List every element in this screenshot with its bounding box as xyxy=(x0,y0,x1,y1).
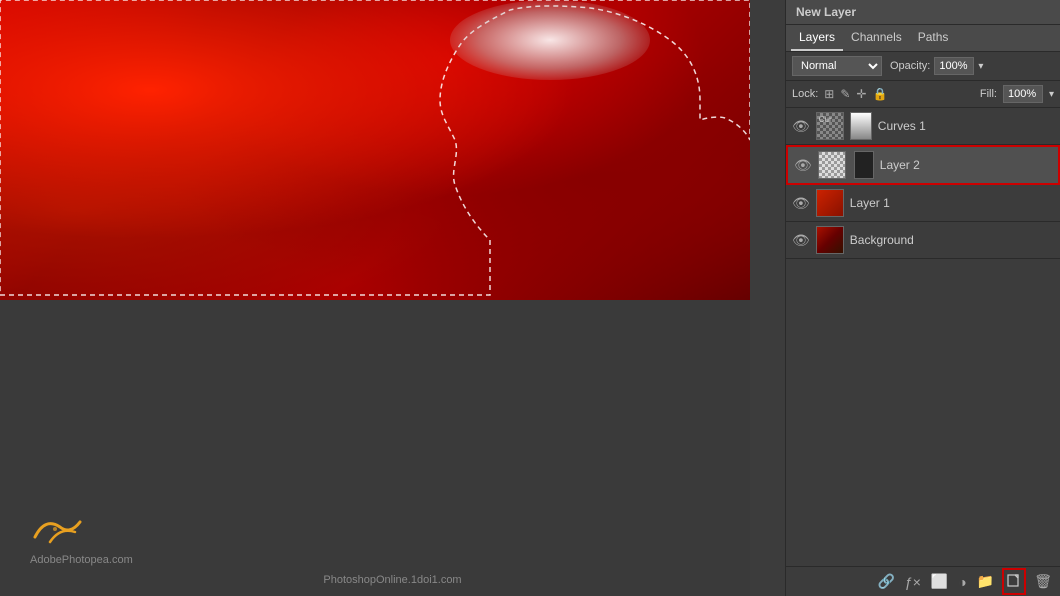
link-icon[interactable]: 🔗 xyxy=(875,571,896,592)
selection-svg xyxy=(0,0,750,300)
layer-item-layer1[interactable]: 👁 Layer 1 xyxy=(786,185,1060,222)
layer-name-background: Background xyxy=(850,233,1054,247)
layer-name-layer1: Layer 1 xyxy=(850,196,1054,210)
watermark-center-text: PhotoshopOnline.1doi1.com xyxy=(323,574,461,586)
opacity-label: Opacity: xyxy=(890,60,930,72)
lock-row: Lock: ⊞ ✎ ✛ 🔒 Fill: ▾ xyxy=(786,81,1060,108)
lock-move-icon[interactable]: ✛ xyxy=(856,87,866,101)
panel-title: New Layer xyxy=(786,0,1060,25)
tab-paths[interactable]: Paths xyxy=(910,25,957,51)
new-layer-svg xyxy=(1006,572,1022,588)
group-icon[interactable]: 📁 xyxy=(975,571,996,592)
layer-name-layer2: Layer 2 xyxy=(880,158,1052,172)
watermark-center: PhotoshopOnline.1doi1.com xyxy=(323,574,461,586)
layer-thumbnail-layer2 xyxy=(818,151,846,179)
tab-layers[interactable]: Layers xyxy=(791,25,843,51)
curves-mask-thumb xyxy=(850,112,872,140)
layer-eye-layer2[interactable]: 👁 xyxy=(794,157,812,174)
opacity-input[interactable] xyxy=(934,57,974,75)
lock-grid-icon[interactable]: ⊞ xyxy=(824,87,834,101)
opacity-arrow[interactable]: ▾ xyxy=(978,61,983,72)
layer-item-layer2[interactable]: 👁 Layer 2 xyxy=(786,145,1060,185)
blend-mode-select[interactable]: Normal xyxy=(792,56,882,76)
fill-arrow[interactable]: ▾ xyxy=(1049,89,1054,100)
tabs-row: Layers Channels Paths xyxy=(786,25,1060,52)
fill-label: Fill: xyxy=(980,88,997,100)
watermark-left: AdobePhotopea.com xyxy=(30,507,133,566)
blend-row: Normal Opacity: ▾ xyxy=(786,52,1060,81)
watermark-left-text: AdobePhotopea.com xyxy=(30,554,133,566)
canvas-area: AdobePhotopea.com PhotoshopOnline.1doi1.… xyxy=(0,0,785,596)
layer-item-curves1[interactable]: 👁 Cur Curves 1 xyxy=(786,108,1060,145)
lock-label: Lock: xyxy=(792,88,818,100)
lock-brush-icon[interactable]: ✎ xyxy=(840,87,850,101)
layer-item-background[interactable]: 👁 Background xyxy=(786,222,1060,259)
canvas-image xyxy=(0,0,750,300)
layer-thumbnail-layer1 xyxy=(816,189,844,217)
right-panel: New Layer Layers Channels Paths Normal O… xyxy=(785,0,1060,596)
curves-label: Cur xyxy=(817,113,843,126)
layer-mask-layer2 xyxy=(854,151,874,179)
layers-list: 👁 Cur Curves 1 👁 Layer 2 👁 Layer 1 👁 Bac… xyxy=(786,108,1060,566)
fill-input[interactable] xyxy=(1003,85,1043,103)
tab-channels[interactable]: Channels xyxy=(843,25,910,51)
layer-name-curves1: Curves 1 xyxy=(878,119,1054,133)
layer-eye-curves1[interactable]: 👁 xyxy=(792,118,810,135)
layer-eye-background[interactable]: 👁 xyxy=(792,232,810,249)
layer-thumbnail-curves1: Cur xyxy=(816,112,844,140)
watermark-logo-svg xyxy=(30,507,90,547)
layer-eye-layer1[interactable]: 👁 xyxy=(792,195,810,212)
fx-icon[interactable]: ƒ× xyxy=(903,572,923,592)
layer-thumbnail-background xyxy=(816,226,844,254)
new-layer-icon[interactable] xyxy=(1002,568,1026,595)
mask-icon[interactable]: ⬜ xyxy=(929,571,950,592)
adjustment-icon[interactable]: ◑ xyxy=(956,572,968,592)
panel-bottom-toolbar: 🔗 ƒ× ⬜ ◑ 📁 🗑 xyxy=(786,566,1060,596)
lock-all-icon[interactable]: 🔒 xyxy=(872,87,887,101)
delete-icon[interactable]: 🗑 xyxy=(1032,571,1054,592)
